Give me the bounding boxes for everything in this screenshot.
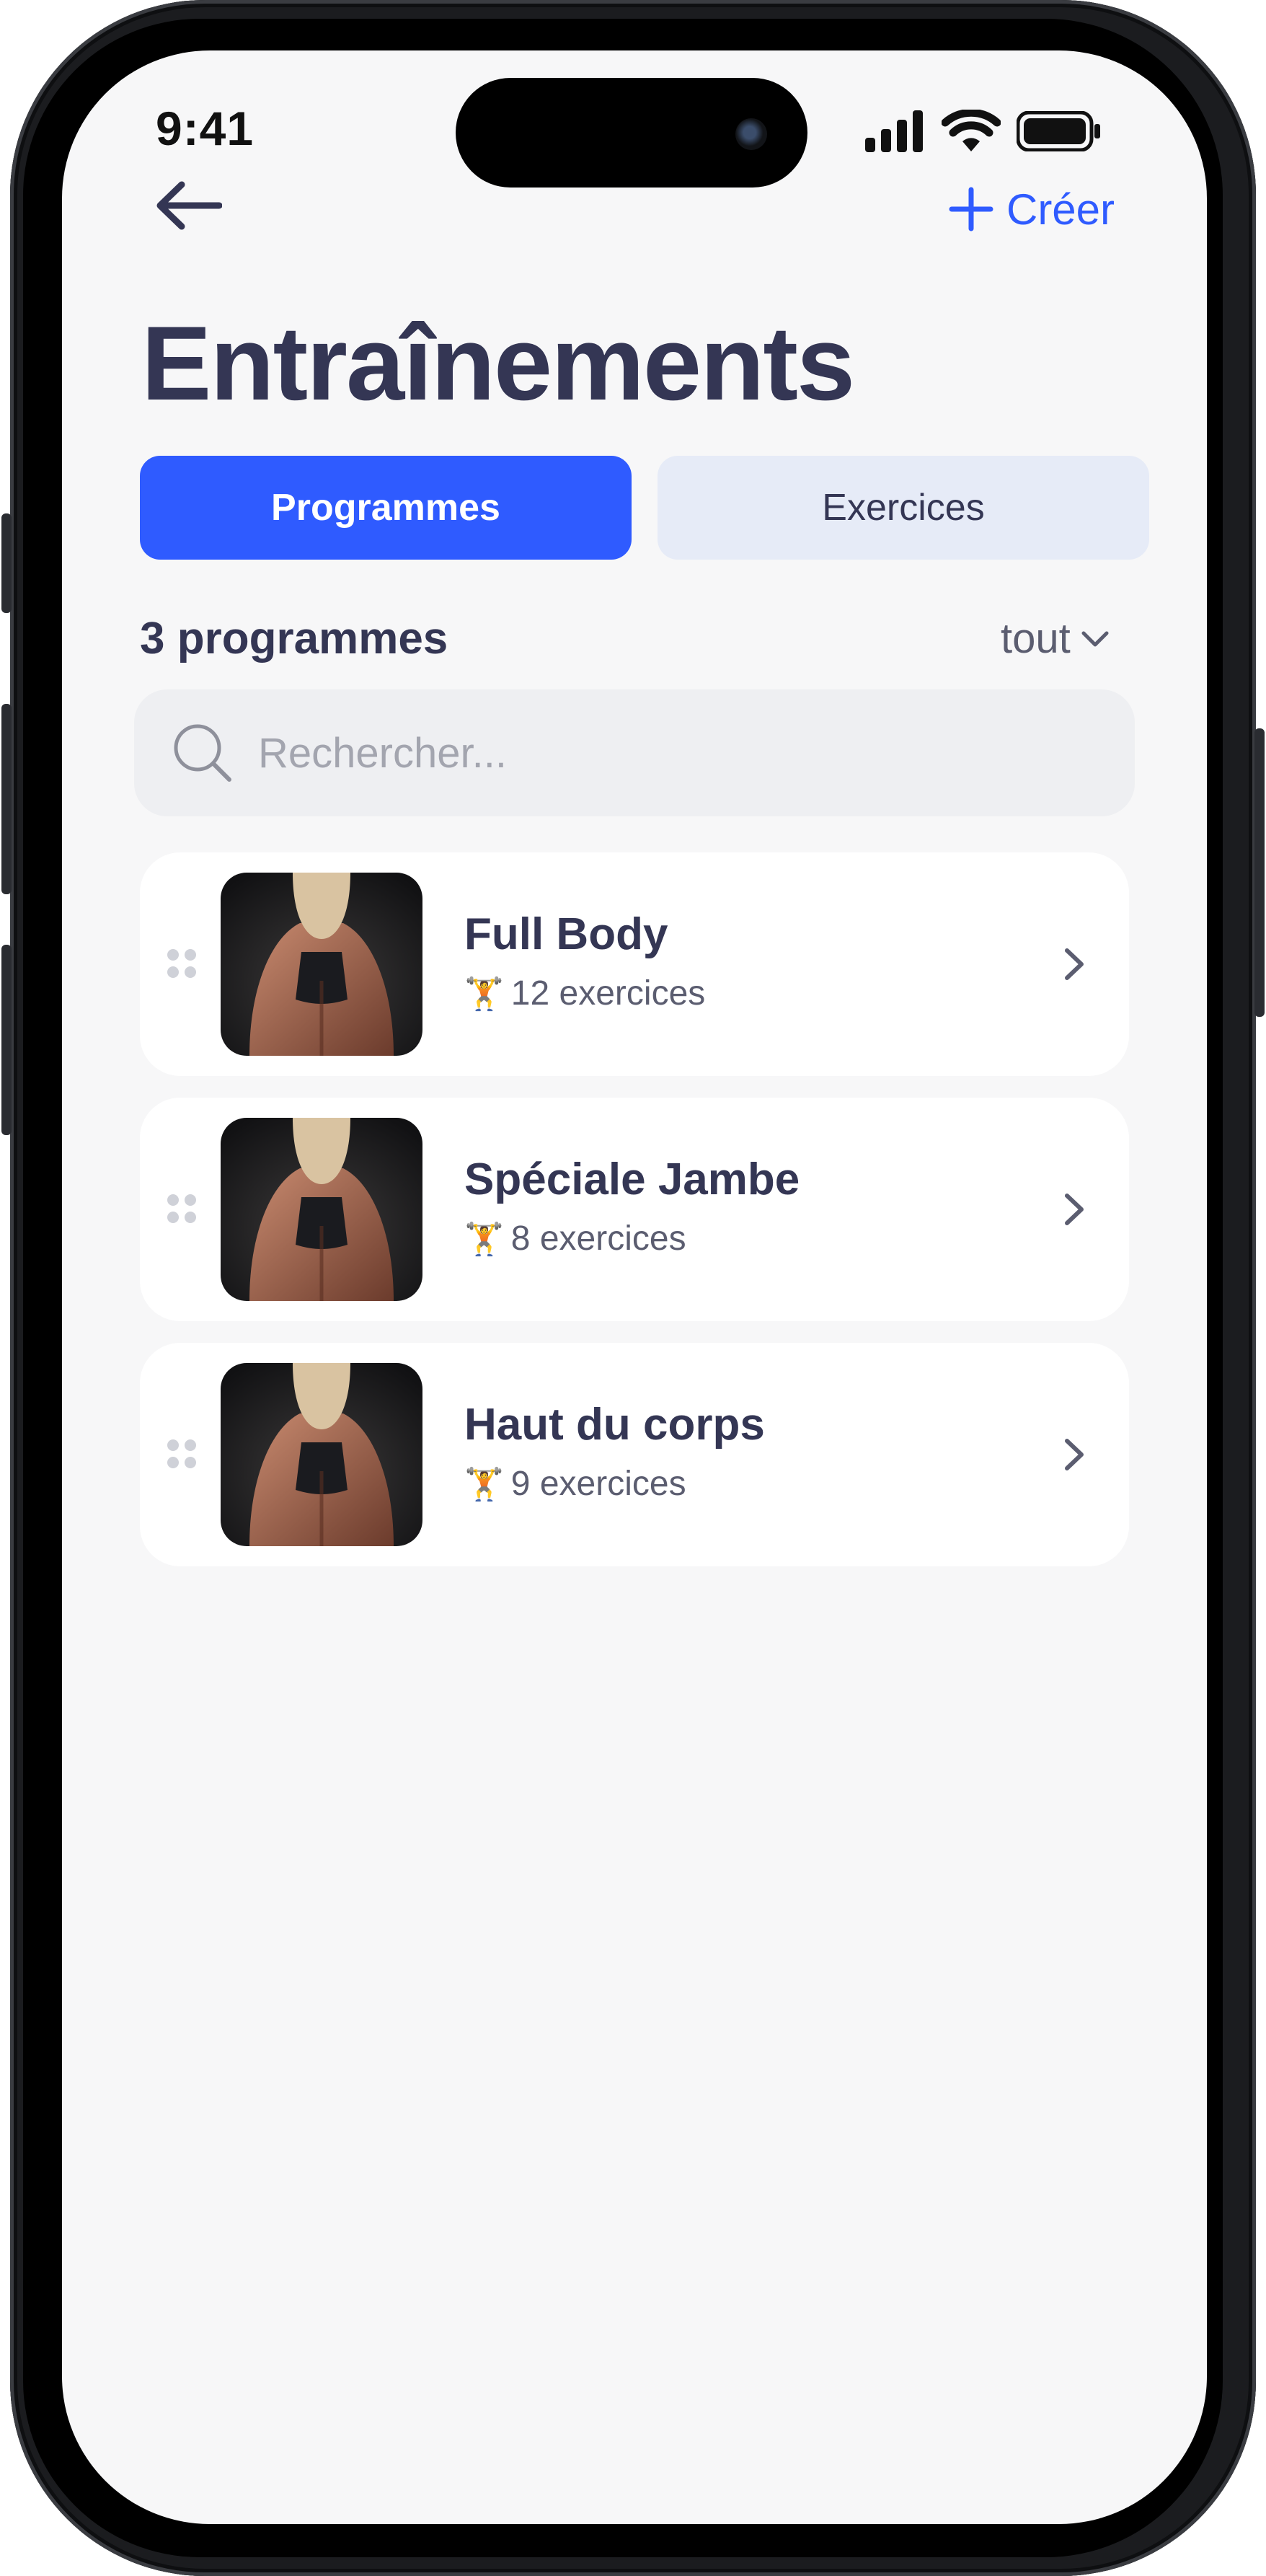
program-card-full-body[interactable]: Full Body 🏋️ 12 exercices [140,852,1129,1076]
program-card-haut-du-corps[interactable]: Haut du corps 🏋️ 9 exercices [140,1343,1129,1566]
program-card-speciale-jambe[interactable]: Spéciale Jambe 🏋️ 8 exercices [140,1098,1129,1321]
volume-up-button [1,704,12,894]
program-title: Full Body [464,909,668,959]
action-button [1,513,12,613]
program-meta: 🏋️ 9 exercices [464,1464,686,1504]
back-arrow-icon [156,181,222,230]
exercise-count: 12 exercices [510,974,706,1013]
drag-handle-icon[interactable] [167,1194,196,1223]
tab-label: Programmes [271,487,500,529]
status-icons [865,110,1102,153]
filter-label: tout [1001,615,1071,662]
wifi-icon [942,110,1001,151]
program-count: 3 programmes [140,614,448,663]
program-meta: 🏋️ 8 exercices [464,1219,686,1258]
search-icon [170,720,235,785]
cellular-signal-icon [865,110,923,152]
page-title: Entraînements [141,304,855,422]
weightlifter-icon: 🏋️ [464,976,504,1012]
program-meta: 🏋️ 12 exercices [464,974,705,1013]
chevron-down-icon [1081,631,1109,646]
exercise-count: 8 exercices [510,1219,686,1258]
search-input[interactable] [257,728,1053,778]
status-time: 9:41 [156,102,254,155]
program-title: Spéciale Jambe [464,1155,800,1204]
chevron-right-icon [1053,1186,1096,1233]
weightlifter-icon: 🏋️ [464,1221,504,1257]
tab-programmes[interactable]: Programmes [140,456,632,560]
filter-dropdown[interactable]: tout [1001,614,1110,663]
drag-handle-icon[interactable] [167,1439,196,1468]
exercise-count: 9 exercices [510,1465,686,1503]
drag-handle-icon[interactable] [167,949,196,978]
program-thumbnail [221,1363,422,1546]
chevron-right-icon [1053,1431,1096,1478]
weightlifter-icon: 🏋️ [464,1466,504,1502]
tab-label: Exercices [822,487,985,529]
program-title: Haut du corps [464,1400,765,1450]
battery-icon [1017,111,1100,151]
create-button-label: Créer [1006,185,1115,234]
back-button[interactable] [153,173,225,238]
program-thumbnail [221,873,422,1056]
chevron-right-icon [1053,940,1096,988]
search-bar[interactable] [134,689,1135,816]
plus-icon [949,187,993,231]
front-camera [735,118,767,150]
program-thumbnail [221,1118,422,1301]
power-button [1254,728,1265,1017]
tab-exercices[interactable]: Exercices [658,456,1149,560]
volume-down-button [1,945,12,1135]
create-button[interactable]: Créer [949,180,1115,238]
